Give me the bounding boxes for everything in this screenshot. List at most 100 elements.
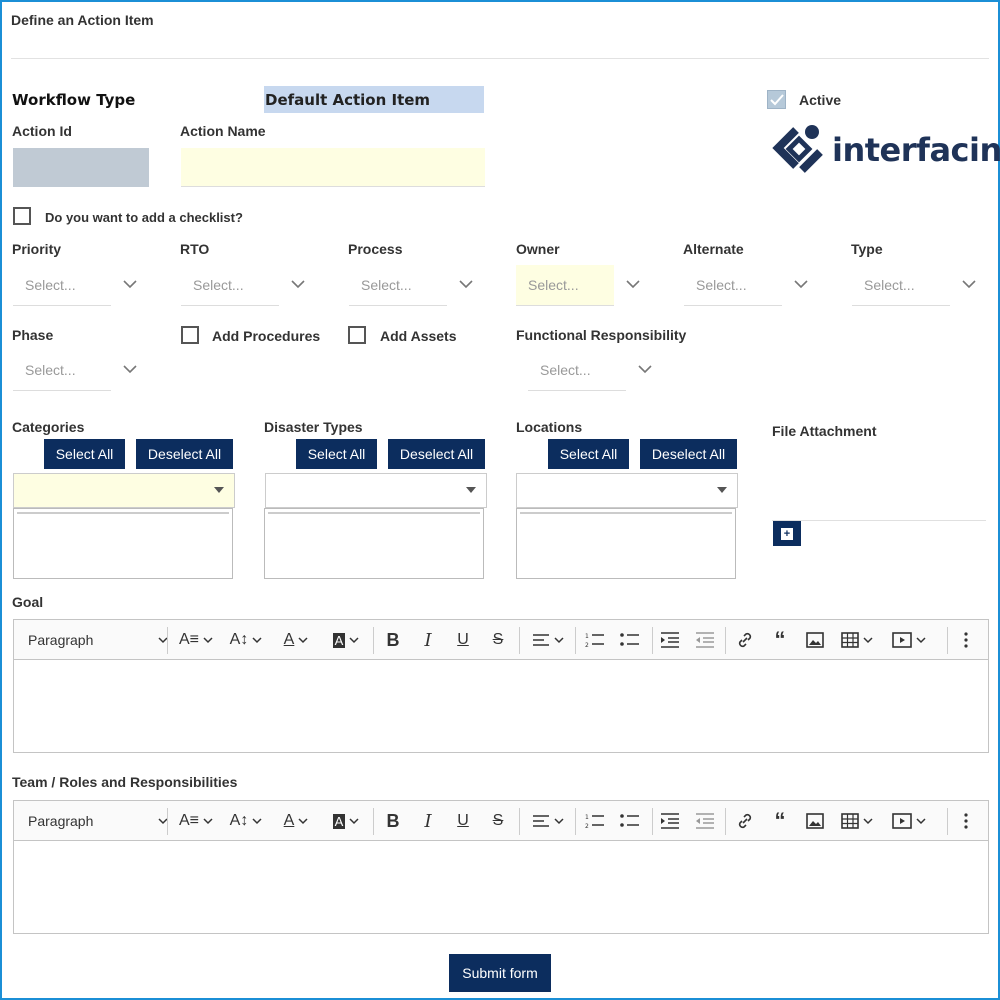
phase-select[interactable]: Select... <box>13 350 145 392</box>
disaster-types-listbox[interactable] <box>264 508 484 579</box>
locations-select-all-button[interactable]: Select All <box>548 439 629 469</box>
toolbar-separator <box>947 808 948 835</box>
outdent-button[interactable] <box>692 801 718 841</box>
locations-listbox[interactable] <box>516 508 736 579</box>
toolbar-separator <box>652 627 653 654</box>
background-color-button[interactable]: A <box>324 801 368 841</box>
chevron-down-icon <box>349 636 359 643</box>
plus-icon: + <box>781 527 793 540</box>
font-size-button[interactable]: A↕ <box>224 620 268 660</box>
indent-button[interactable] <box>657 801 683 841</box>
rto-select[interactable]: Select... <box>181 265 313 307</box>
disaster-types-select-all-button[interactable]: Select All <box>296 439 377 469</box>
categories-select-all-button[interactable]: Select All <box>44 439 125 469</box>
action-id-input[interactable] <box>13 148 149 187</box>
paragraph-dropdown[interactable]: Paragraph <box>28 620 168 660</box>
outdent-button[interactable] <box>692 620 718 660</box>
locations-deselect-all-button[interactable]: Deselect All <box>640 439 737 469</box>
font-color-button[interactable]: A <box>276 620 316 660</box>
strikethrough-button[interactable]: S <box>486 801 510 841</box>
add-assets-label: Add Assets <box>380 328 457 344</box>
indent-button[interactable] <box>657 620 683 660</box>
font-color-icon: A <box>283 631 295 648</box>
owner-select[interactable]: Select... <box>516 265 648 307</box>
disaster-types-deselect-all-button[interactable]: Deselect All <box>388 439 485 469</box>
chevron-down-icon <box>916 817 926 824</box>
team-roles-editor-content[interactable] <box>14 842 988 933</box>
italic-icon: I <box>424 629 432 651</box>
functional-responsibility-select[interactable]: Select... <box>528 350 660 392</box>
process-select[interactable]: Select... <box>349 265 481 307</box>
font-family-button[interactable]: A≡ <box>174 620 218 660</box>
toolbar-separator <box>947 627 948 654</box>
team-roles-label: Team / Roles and Responsibilities <box>12 774 238 790</box>
priority-label: Priority <box>12 241 62 257</box>
insert-image-button[interactable] <box>802 620 828 660</box>
quote-icon: “ <box>774 808 786 833</box>
chevron-down-icon <box>203 817 213 824</box>
blockquote-button[interactable]: “ <box>767 620 793 660</box>
background-color-button[interactable]: A <box>324 620 368 660</box>
process-label: Process <box>348 241 403 257</box>
insert-media-button[interactable] <box>887 801 931 841</box>
select-placeholder: Select... <box>852 265 950 306</box>
italic-button[interactable]: I <box>416 620 440 660</box>
bold-button[interactable]: B <box>381 620 405 660</box>
toolbar-separator <box>725 808 726 835</box>
check-icon <box>769 93 784 105</box>
strikethrough-button[interactable]: S <box>486 620 510 660</box>
italic-button[interactable]: I <box>416 801 440 841</box>
blockquote-button[interactable]: “ <box>767 801 793 841</box>
insert-image-button[interactable] <box>802 801 828 841</box>
font-size-button[interactable]: A↕ <box>224 801 268 841</box>
active-checkbox[interactable] <box>767 90 786 109</box>
toolbar-separator <box>167 808 168 835</box>
toolbar-separator <box>373 808 374 835</box>
font-size-icon: A↕ <box>229 812 249 829</box>
rto-label: RTO <box>180 241 210 257</box>
font-color-button[interactable]: A <box>276 801 316 841</box>
link-button[interactable] <box>732 801 758 841</box>
insert-table-button[interactable] <box>837 801 877 841</box>
bold-button[interactable]: B <box>381 801 405 841</box>
locations-dropdown[interactable] <box>516 473 738 508</box>
categories-listbox[interactable] <box>13 508 233 579</box>
numbered-list-button[interactable]: 12 <box>582 620 608 660</box>
bulleted-list-button[interactable] <box>617 620 643 660</box>
priority-select[interactable]: Select... <box>13 265 145 307</box>
insert-table-button[interactable] <box>837 620 877 660</box>
more-options-button[interactable] <box>956 801 976 841</box>
svg-text:2: 2 <box>585 823 589 829</box>
checklist-checkbox[interactable] <box>13 207 31 225</box>
numbered-list-button[interactable]: 12 <box>582 801 608 841</box>
divider <box>11 58 989 59</box>
paragraph-dropdown[interactable]: Paragraph <box>28 801 168 841</box>
add-procedures-checkbox[interactable] <box>181 326 199 344</box>
underline-button[interactable]: U <box>451 620 475 660</box>
more-options-button[interactable] <box>956 620 976 660</box>
add-attachment-button[interactable]: + <box>773 521 801 546</box>
bold-icon: B <box>386 810 400 831</box>
categories-dropdown[interactable] <box>13 473 235 508</box>
submit-form-button[interactable]: Submit form <box>449 954 551 992</box>
align-button[interactable] <box>528 801 568 841</box>
action-name-input[interactable] <box>181 148 485 187</box>
underline-button[interactable]: U <box>451 801 475 841</box>
disaster-types-dropdown[interactable] <box>265 473 487 508</box>
font-family-button[interactable]: A≡ <box>174 801 218 841</box>
type-select[interactable]: Select... <box>852 265 984 307</box>
alternate-select[interactable]: Select... <box>684 265 816 307</box>
bulleted-list-button[interactable] <box>617 801 643 841</box>
categories-deselect-all-button[interactable]: Deselect All <box>136 439 233 469</box>
goal-editor-content[interactable] <box>14 661 988 752</box>
strikethrough-icon: S <box>492 631 504 648</box>
paragraph-label: Paragraph <box>28 632 94 648</box>
team-roles-editor-toolbar: Paragraph A≡ A↕ A A B I U S 12 “ <box>14 801 988 841</box>
svg-text:1: 1 <box>585 633 589 640</box>
link-button[interactable] <box>732 620 758 660</box>
add-assets-checkbox[interactable] <box>348 326 366 344</box>
insert-media-button[interactable] <box>887 620 931 660</box>
team-roles-editor: Paragraph A≡ A↕ A A B I U S 12 “ <box>13 800 989 934</box>
align-button[interactable] <box>528 620 568 660</box>
chevron-down-icon <box>123 280 137 289</box>
